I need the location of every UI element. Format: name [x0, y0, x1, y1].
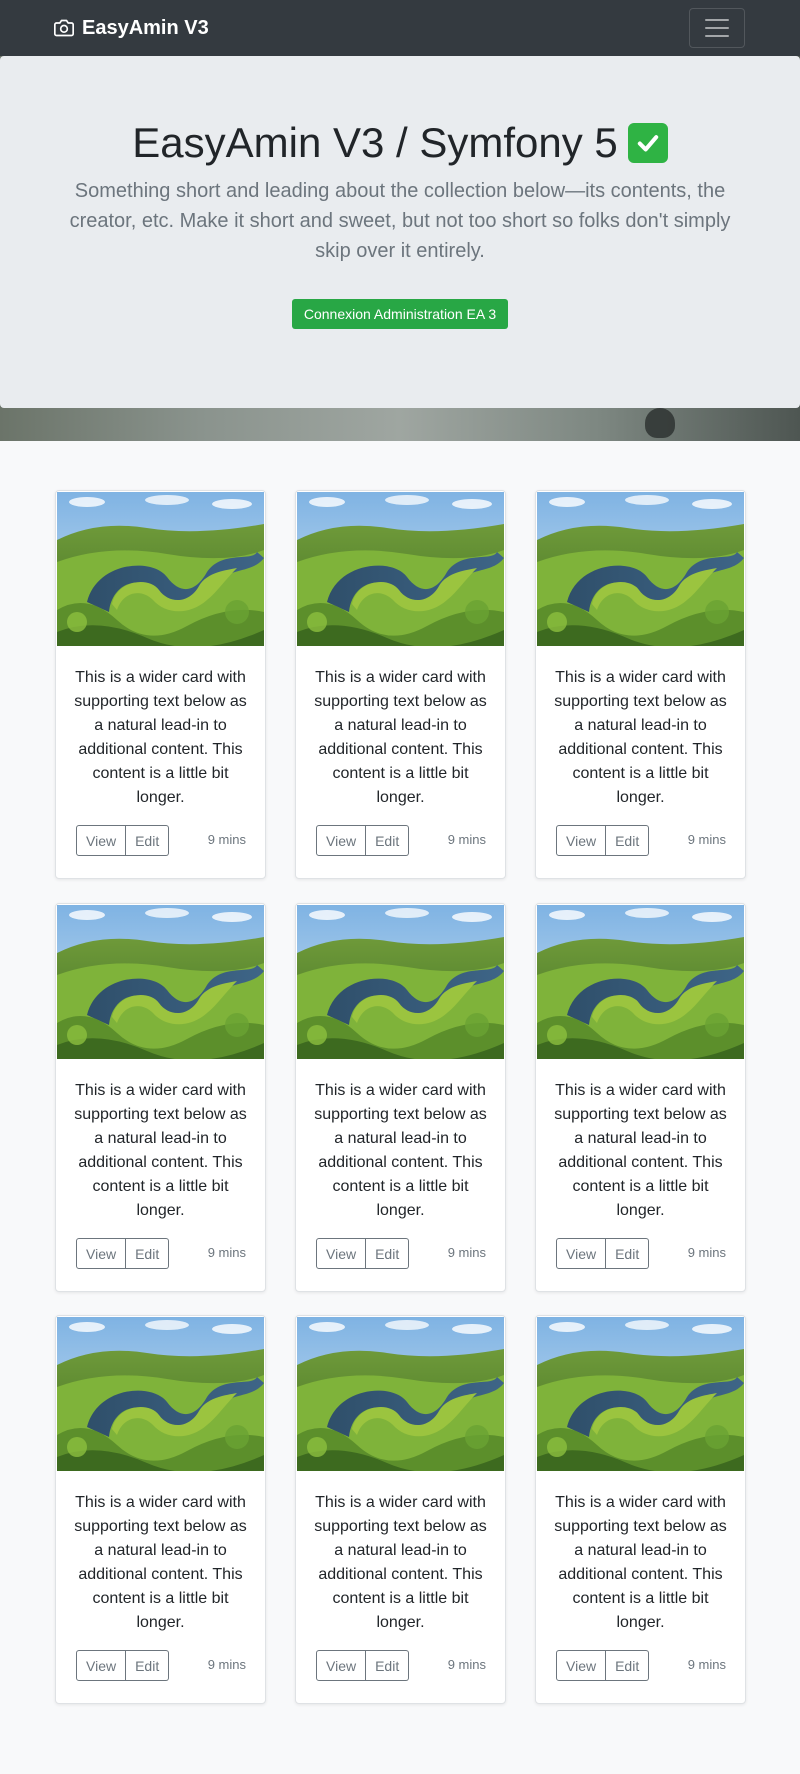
hamburger-icon [705, 19, 729, 21]
card-button-group: View Edit [76, 1238, 170, 1269]
view-button[interactable]: View [556, 1238, 607, 1269]
card-image [57, 492, 264, 646]
card-image [537, 905, 744, 1059]
view-button[interactable]: View [76, 825, 127, 856]
view-button[interactable]: View [76, 1650, 127, 1681]
admin-login-button[interactable]: Connexion Administration EA 3 [292, 299, 508, 329]
edit-button[interactable]: Edit [366, 1238, 410, 1269]
page-title: EasyAmin V3 / Symfony 5 [0, 118, 800, 168]
jumbotron: EasyAmin V3 / Symfony 5 Something short … [0, 56, 800, 408]
card-image [297, 905, 504, 1059]
card: This is a wider card with supporting tex… [55, 490, 266, 879]
card-button-group: View Edit [556, 825, 650, 856]
check-mark-icon [627, 123, 668, 164]
navbar: EasyAmin V3 [0, 0, 800, 56]
card: This is a wider card with supporting tex… [535, 1315, 746, 1704]
card-text: This is a wider card with supporting tex… [314, 669, 487, 806]
card-time: 9 mins [447, 1245, 486, 1260]
card-time: 9 mins [207, 832, 246, 847]
card-text: This is a wider card with supporting tex… [554, 1082, 727, 1219]
card-time: 9 mins [687, 832, 726, 847]
card-button-group: View Edit [316, 825, 410, 856]
card-image [537, 492, 744, 646]
card: This is a wider card with supporting tex… [55, 1315, 266, 1704]
card-image [537, 1317, 744, 1471]
card-text: This is a wider card with supporting tex… [554, 1494, 727, 1631]
card: This is a wider card with supporting tex… [535, 903, 746, 1292]
edit-button[interactable]: Edit [366, 1650, 410, 1681]
brand-label: EasyAmin V3 [82, 16, 209, 39]
navbar-toggler-button[interactable] [689, 8, 745, 48]
navbar-brand[interactable]: EasyAmin V3 [54, 16, 209, 40]
card-button-group: View Edit [316, 1238, 410, 1269]
edit-button[interactable]: Edit [126, 1238, 170, 1269]
card: This is a wider card with supporting tex… [295, 903, 506, 1292]
card-button-group: View Edit [316, 1650, 410, 1681]
card-text: This is a wider card with supporting tex… [74, 1494, 247, 1631]
view-button[interactable]: View [556, 825, 607, 856]
edit-button[interactable]: Edit [126, 825, 170, 856]
card-image [57, 1317, 264, 1471]
card-time: 9 mins [687, 1657, 726, 1672]
view-button[interactable]: View [316, 1650, 367, 1681]
camera-icon [54, 18, 74, 38]
view-button[interactable]: View [316, 1238, 367, 1269]
card-text: This is a wider card with supporting tex… [74, 669, 247, 806]
card-button-group: View Edit [76, 825, 170, 856]
edit-button[interactable]: Edit [606, 825, 650, 856]
card-text: This is a wider card with supporting tex… [314, 1082, 487, 1219]
card: This is a wider card with supporting tex… [295, 1315, 506, 1704]
card-time: 9 mins [687, 1245, 726, 1260]
card-button-group: View Edit [556, 1650, 650, 1681]
card-image [297, 1317, 504, 1471]
card-text: This is a wider card with supporting tex… [314, 1494, 487, 1631]
edit-button[interactable]: Edit [126, 1650, 170, 1681]
card-time: 9 mins [447, 1657, 486, 1672]
card-time: 9 mins [447, 832, 486, 847]
card: This is a wider card with supporting tex… [535, 490, 746, 879]
hero-lead-text: Something short and leading about the co… [69, 180, 731, 262]
edit-button[interactable]: Edit [366, 825, 410, 856]
view-button[interactable]: View [316, 825, 367, 856]
view-button[interactable]: View [556, 1650, 607, 1681]
view-button[interactable]: View [76, 1238, 127, 1269]
edit-button[interactable]: Edit [606, 1238, 650, 1269]
card-time: 9 mins [207, 1657, 246, 1672]
edit-button[interactable]: Edit [606, 1650, 650, 1681]
card-button-group: View Edit [76, 1650, 170, 1681]
card-button-group: View Edit [556, 1238, 650, 1269]
card-image [57, 905, 264, 1059]
card-text: This is a wider card with supporting tex… [74, 1082, 247, 1219]
card-text: This is a wider card with supporting tex… [554, 669, 727, 806]
card: This is a wider card with supporting tex… [55, 903, 266, 1292]
card-image [297, 492, 504, 646]
card: This is a wider card with supporting tex… [295, 490, 506, 879]
card-time: 9 mins [207, 1245, 246, 1260]
